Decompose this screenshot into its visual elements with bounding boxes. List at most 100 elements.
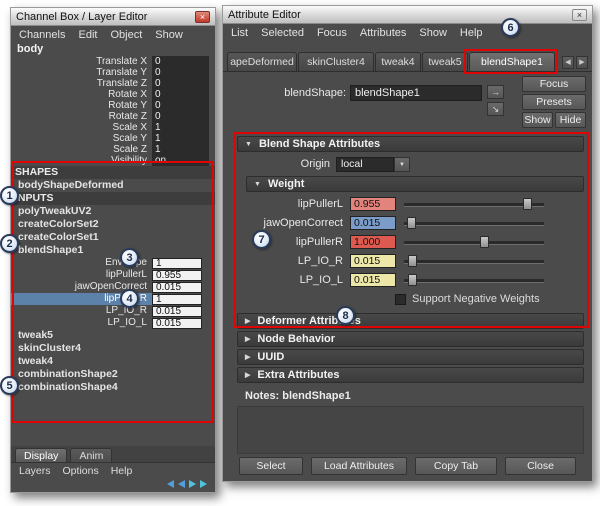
menu-edit[interactable]: Edit	[78, 29, 97, 41]
dropdown-arrow-icon[interactable]: ▼	[394, 156, 410, 172]
tab-blendshape1[interactable]: blendShape1	[469, 52, 555, 71]
slider-handle[interactable]	[408, 273, 418, 286]
node-item-combinationshape4[interactable]: combinationShape4	[11, 381, 215, 394]
focus-button[interactable]: Focus	[522, 76, 586, 92]
tab-shapedeformed[interactable]: apeDeformed	[227, 52, 297, 71]
channel-label[interactable]: Scale Y	[11, 133, 152, 144]
channel-label[interactable]: LP_IO_L	[11, 317, 152, 329]
weight-value-field[interactable]: 0.015	[350, 215, 396, 230]
weight-value-field[interactable]: 0.015	[350, 253, 396, 268]
channel-label[interactable]: Translate X	[11, 56, 152, 67]
channel-value[interactable]: 0	[152, 78, 209, 89]
copy-tab-button[interactable]: Copy Tab	[415, 457, 497, 475]
tab-next-icon[interactable]: ▶	[576, 56, 588, 69]
slider-handle[interactable]	[523, 197, 533, 210]
node-item-tweak4[interactable]: tweak4	[11, 355, 215, 368]
menu-list[interactable]: List	[231, 27, 248, 39]
menu-object[interactable]: Object	[110, 29, 142, 41]
menu-focus[interactable]: Focus	[317, 27, 347, 39]
channel-value[interactable]: 1	[152, 122, 209, 133]
node-item-polytweakuv2[interactable]: polyTweakUV2	[11, 205, 215, 218]
menu-options[interactable]: Options	[63, 465, 99, 477]
tab-anim[interactable]: Anim	[70, 448, 113, 462]
node-item-bodyshapedeformed[interactable]: bodyShapeDeformed	[11, 179, 215, 192]
channel-value[interactable]: 0	[152, 67, 209, 78]
slider-track[interactable]	[404, 278, 544, 282]
channel-value[interactable]: 0.955	[152, 269, 202, 281]
menu-show[interactable]: Show	[155, 29, 183, 41]
channel-label[interactable]: lipPullerL	[11, 269, 152, 281]
dock-right-icon[interactable]	[189, 480, 196, 488]
tab-tweak4[interactable]: tweak4	[375, 52, 421, 71]
dock-left-icon[interactable]	[167, 480, 174, 488]
weight-slider[interactable]	[404, 273, 544, 287]
node-item-createcolorset2[interactable]: createColorSet2	[11, 218, 215, 231]
load-attributes-button[interactable]: Load Attributes	[311, 457, 407, 475]
node-item-createcolorset1[interactable]: createColorSet1	[11, 231, 215, 244]
channel-value[interactable]: 1	[152, 257, 202, 269]
channel-value[interactable]: 0	[152, 100, 209, 111]
channel-value[interactable]: 1	[152, 133, 209, 144]
tab-prev-icon[interactable]: ◀	[562, 56, 574, 69]
channel-label[interactable]: Scale Z	[11, 144, 152, 155]
slider-handle[interactable]	[407, 216, 416, 229]
attribute-editor-titlebar[interactable]: Attribute Editor ×	[223, 6, 592, 24]
close-button[interactable]: Close	[505, 457, 576, 475]
close-icon[interactable]: ×	[572, 8, 587, 21]
node-item-skincluster4[interactable]: skinCluster4	[11, 342, 215, 355]
channel-value[interactable]: 1	[152, 293, 202, 305]
channel-label[interactable]: Translate Z	[11, 78, 152, 89]
section-uuid[interactable]: ▶ UUID	[237, 349, 584, 365]
weight-slider[interactable]	[404, 197, 544, 211]
node-item-combinationshape2[interactable]: combinationShape2	[11, 368, 215, 381]
notes-textarea[interactable]	[237, 406, 584, 454]
channel-value[interactable]: 0.015	[152, 317, 202, 329]
channel-label[interactable]: Rotate X	[11, 89, 152, 100]
channel-value[interactable]: 1	[152, 144, 209, 155]
tab-tweak5[interactable]: tweak5	[422, 52, 468, 71]
node-nav-out-icon[interactable]: →	[487, 85, 504, 99]
section-deformer-attributes[interactable]: ▶ Deformer Attributes	[237, 313, 584, 329]
select-button[interactable]: Select	[239, 457, 303, 475]
slider-track[interactable]	[404, 221, 544, 225]
section-blend-shape-attributes[interactable]: ▼ Blend Shape Attributes	[237, 136, 584, 152]
menu-selected[interactable]: Selected	[261, 27, 304, 39]
tab-display[interactable]: Display	[15, 448, 68, 462]
slider-handle[interactable]	[408, 254, 418, 267]
weight-slider[interactable]	[404, 254, 544, 268]
node-item-tweak5[interactable]: tweak5	[11, 329, 215, 342]
channel-label[interactable]: Scale X	[11, 122, 152, 133]
menu-help[interactable]: Help	[111, 465, 133, 477]
channel-value[interactable]: 0	[152, 111, 209, 122]
slider-track[interactable]	[404, 240, 544, 244]
tab-skincluster4[interactable]: skinCluster4	[298, 52, 374, 71]
slider-track[interactable]	[404, 259, 544, 263]
channel-value[interactable]: 0.015	[152, 305, 202, 317]
section-node-behavior[interactable]: ▶ Node Behavior	[237, 331, 584, 347]
weight-slider[interactable]	[404, 235, 544, 249]
channel-value[interactable]: 0.015	[152, 281, 202, 293]
menu-channels[interactable]: Channels	[19, 29, 65, 41]
channel-value[interactable]: 0	[152, 89, 209, 100]
menu-help[interactable]: Help	[460, 27, 483, 39]
node-nav-in-icon[interactable]: ↘	[487, 102, 504, 116]
object-name[interactable]: body	[11, 43, 215, 56]
close-icon[interactable]: ×	[195, 10, 210, 23]
channel-label[interactable]: Rotate Y	[11, 100, 152, 111]
weight-slider[interactable]	[404, 216, 544, 230]
presets-button[interactable]: Presets	[522, 94, 586, 110]
origin-dropdown[interactable]: local	[336, 156, 394, 172]
hide-button[interactable]: Hide	[555, 112, 586, 128]
weight-value-field[interactable]: 0.015	[350, 272, 396, 287]
menu-layers[interactable]: Layers	[19, 465, 51, 477]
dock-right-icon[interactable]	[200, 480, 207, 488]
slider-handle[interactable]	[479, 235, 489, 248]
weight-value-field[interactable]: 0.955	[350, 196, 396, 211]
show-button[interactable]: Show	[522, 112, 553, 128]
support-negative-weights-checkbox[interactable]	[395, 293, 406, 305]
menu-show[interactable]: Show	[419, 27, 447, 39]
dock-left-icon[interactable]	[178, 480, 185, 488]
channel-label[interactable]: Rotate Z	[11, 111, 152, 122]
channel-value[interactable]: 0	[152, 56, 209, 67]
weight-value-field[interactable]: 1.000	[350, 234, 396, 249]
